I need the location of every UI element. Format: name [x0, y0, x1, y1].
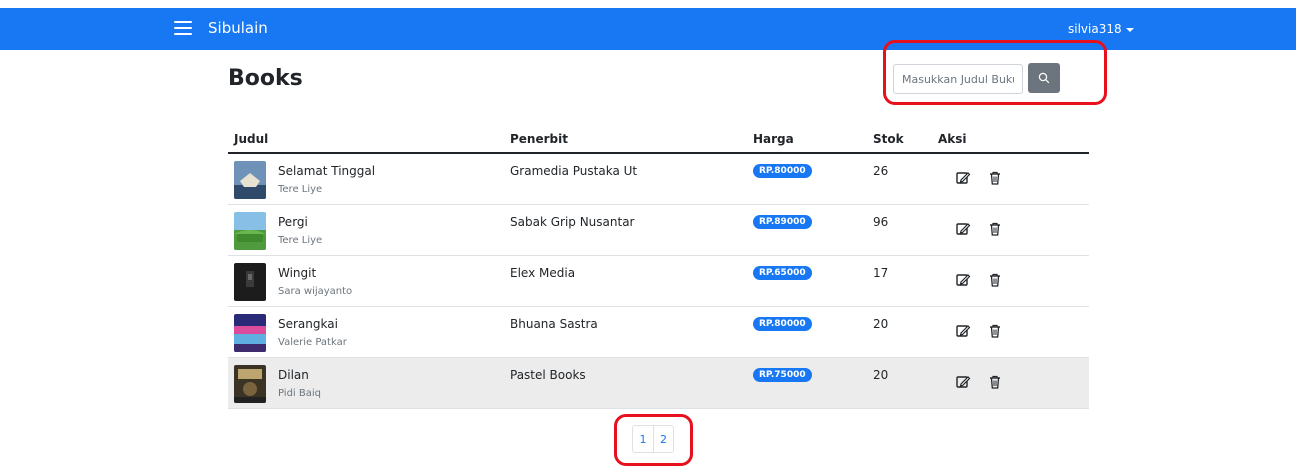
- trash-icon[interactable]: [987, 272, 1003, 288]
- price-badge: RP.65000: [753, 266, 812, 280]
- price-badge: RP.89000: [753, 215, 812, 229]
- edit-icon[interactable]: [955, 221, 971, 237]
- page-1-link[interactable]: 1: [633, 426, 653, 452]
- header-aksi: Aksi: [938, 132, 967, 146]
- book-cover: [234, 365, 266, 403]
- trash-icon[interactable]: [987, 374, 1003, 390]
- table-row: Selamat Tinggal Tere Liye Gramedia Pusta…: [228, 154, 1089, 205]
- header-judul: Judul: [234, 132, 269, 146]
- trash-icon[interactable]: [987, 323, 1003, 339]
- book-title: Pergi: [278, 215, 308, 229]
- table-row: Serangkai Valerie Patkar Bhuana Sastra R…: [228, 307, 1089, 358]
- edit-icon[interactable]: [955, 374, 971, 390]
- username: silvia318: [1068, 22, 1122, 36]
- trash-icon[interactable]: [987, 170, 1003, 186]
- header-harga: Harga: [753, 132, 794, 146]
- page-2-link[interactable]: 2: [653, 426, 673, 452]
- brand-name[interactable]: Sibulain: [208, 19, 268, 37]
- header-penerbit: Penerbit: [510, 132, 568, 146]
- search-button[interactable]: [1028, 63, 1060, 93]
- table-row: Dilan Pidi Baiq Pastel Books RP.75000 20: [228, 358, 1089, 409]
- navbar: Sibulain silvia318: [0, 8, 1296, 50]
- book-cover: [234, 263, 266, 301]
- book-cover: [234, 161, 266, 199]
- price-badge: RP.75000: [753, 368, 812, 382]
- book-author: Pidi Baiq: [278, 388, 322, 399]
- book-author: Tere Liye: [278, 235, 323, 246]
- book-title: Dilan: [278, 368, 309, 382]
- price-badge: RP.80000: [753, 164, 812, 178]
- book-publisher: Bhuana Sastra: [510, 317, 598, 331]
- header-stok: Stok: [873, 132, 904, 146]
- book-publisher: Sabak Grip Nusantar: [510, 215, 635, 229]
- book-author: Valerie Patkar: [278, 337, 347, 348]
- price-badge: RP.80000: [753, 317, 812, 331]
- book-stock: 20: [873, 368, 889, 382]
- page-title: Books: [228, 66, 303, 91]
- book-publisher: Gramedia Pustaka Ut: [510, 164, 638, 178]
- table-row: Wingit Sara wijayanto Elex Media RP.6500…: [228, 256, 1089, 307]
- edit-icon[interactable]: [955, 323, 971, 339]
- book-title: Serangkai: [278, 317, 338, 331]
- pagination: 1 2: [632, 425, 674, 453]
- user-menu[interactable]: silvia318: [1068, 22, 1134, 36]
- edit-icon[interactable]: [955, 170, 971, 186]
- books-table: Judul Penerbit Harga Stok Aksi Selamat T…: [228, 128, 1089, 409]
- book-stock: 20: [873, 317, 889, 331]
- search-icon: [1038, 72, 1050, 84]
- book-cover: [234, 314, 266, 352]
- edit-icon[interactable]: [955, 272, 971, 288]
- book-title: Wingit: [278, 266, 317, 280]
- table-row: Pergi Tere Liye Sabak Grip Nusantar RP.8…: [228, 205, 1089, 256]
- book-stock: 17: [873, 266, 889, 280]
- book-author: Tere Liye: [278, 184, 323, 195]
- table-header: Judul Penerbit Harga Stok Aksi: [228, 128, 1089, 154]
- search-input[interactable]: [893, 64, 1023, 94]
- book-publisher: Elex Media: [510, 266, 576, 280]
- menu-icon[interactable]: [174, 21, 192, 35]
- caret-down-icon: [1125, 27, 1134, 32]
- book-stock: 96: [873, 215, 889, 229]
- book-stock: 26: [873, 164, 889, 178]
- trash-icon[interactable]: [987, 221, 1003, 237]
- book-publisher: Pastel Books: [510, 368, 586, 382]
- book-cover: [234, 212, 266, 250]
- book-title: Selamat Tinggal: [278, 164, 376, 178]
- book-author: Sara wijayanto: [278, 286, 353, 297]
